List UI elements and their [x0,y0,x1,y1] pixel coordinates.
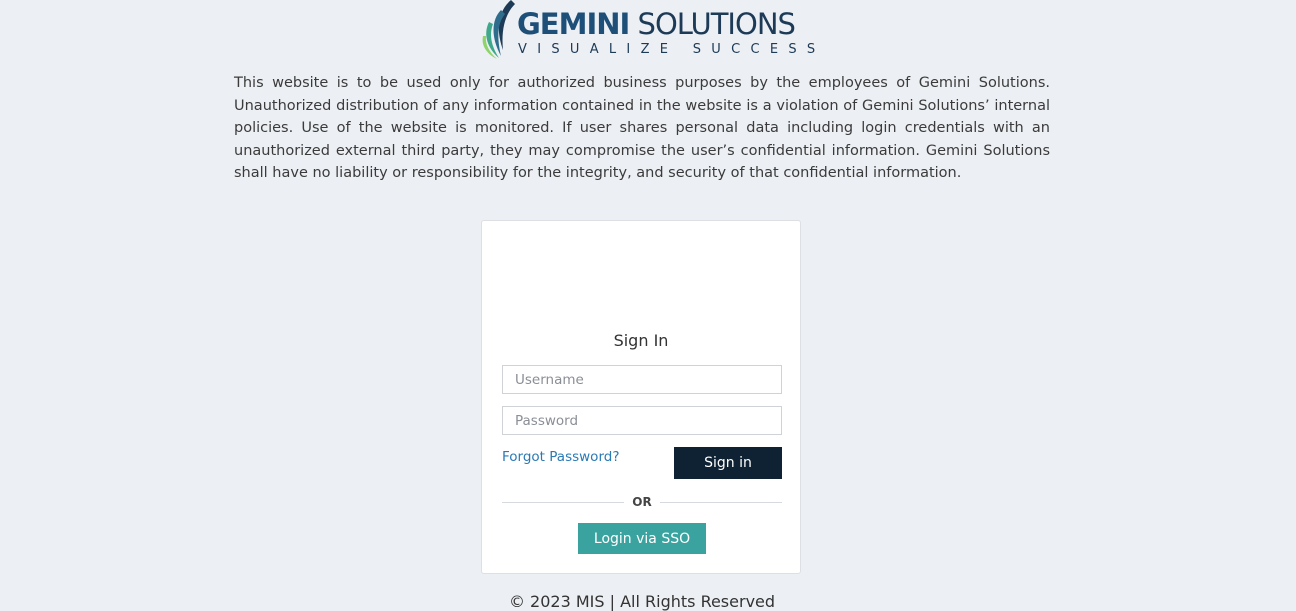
password-input[interactable] [502,406,782,435]
username-input[interactable] [502,365,782,394]
leaf-logo-icon [482,0,515,59]
sso-login-button[interactable]: Login via SSO [578,523,706,554]
copyright-footer: © 2023 MIS | All Rights Reserved [508,592,776,611]
usage-disclaimer: This website is to be used only for auth… [234,75,1050,181]
or-divider: OR [502,494,782,510]
divider-line-right [660,502,782,503]
brand-name: GEMINI SOLUTIONS [517,7,796,41]
login-card: Sign In Forgot Password? Sign in OR Logi… [481,220,801,574]
sign-in-button[interactable]: Sign in [674,447,782,479]
sign-in-title: Sign In [613,331,669,350]
brand-tagline: VISUALIZE SUCCESS [518,42,826,57]
forgot-password-link[interactable]: Forgot Password? [502,449,620,465]
gemini-logo: GEMINI SOLUTIONS VISUALIZE SUCCESS [481,0,815,60]
